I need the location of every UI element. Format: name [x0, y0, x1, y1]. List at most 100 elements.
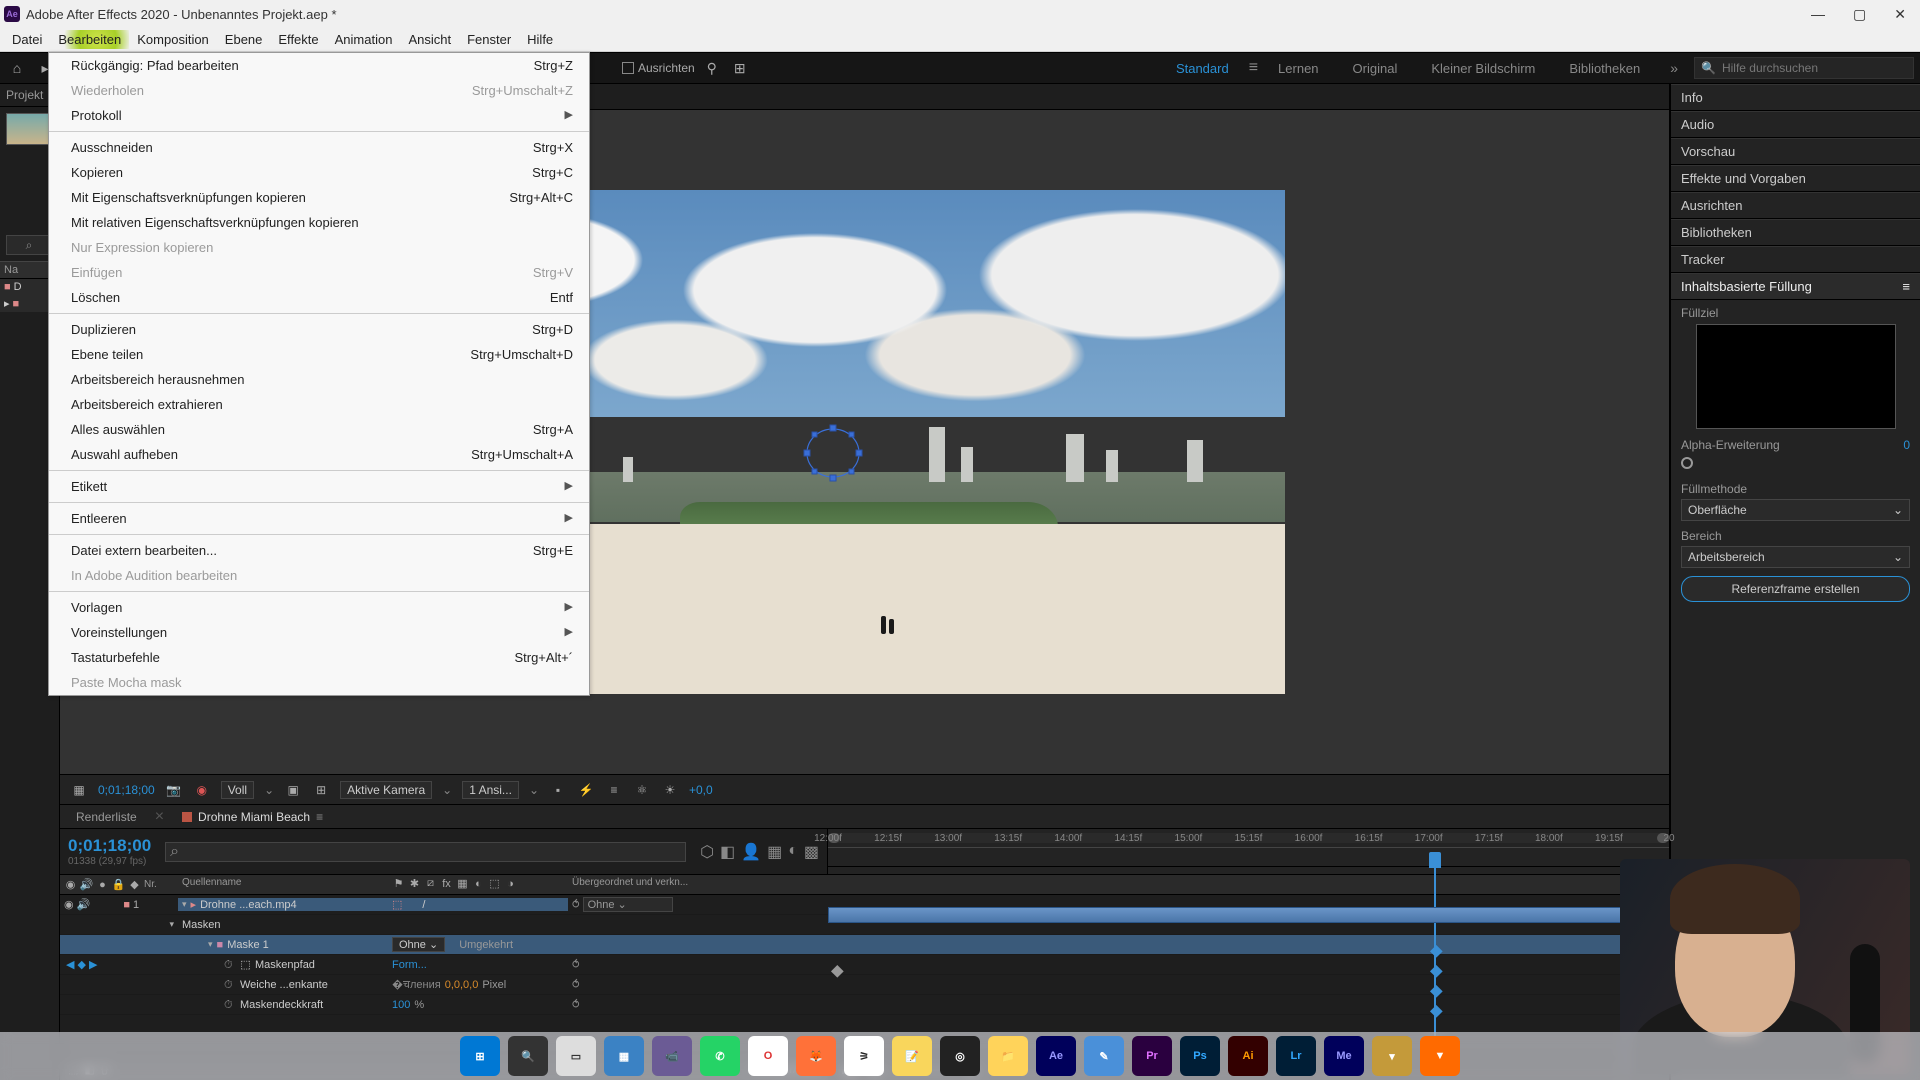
app-notes[interactable]: 📝 [892, 1036, 932, 1076]
app-me[interactable]: Me [1324, 1036, 1364, 1076]
mask-row[interactable]: ▾■Maske 1 Ohne ⌄ Umgekehrt [60, 935, 1669, 955]
menu-item[interactable]: Vorlagen▶ [49, 595, 589, 620]
menu-item[interactable]: Rückgängig: Pfad bearbeitenStrg+Z [49, 53, 589, 78]
timeline-timecode[interactable]: 0;01;18;00 01338 (29,97 fps) [68, 836, 151, 867]
create-ref-frame-button[interactable]: Referenzframe erstellen [1681, 576, 1910, 602]
workspace-lernen[interactable]: Lernen [1264, 61, 1332, 76]
app-obs[interactable]: ◎ [940, 1036, 980, 1076]
parent-select[interactable]: Ohne ⌄ [583, 897, 673, 912]
motion-blur-icon[interactable]: ◐ [788, 842, 798, 862]
menu-item[interactable]: Mit Eigenschaftsverknüpfungen kopierenSt… [49, 185, 589, 210]
app-lr[interactable]: Lr [1276, 1036, 1316, 1076]
exposure-reset-icon[interactable]: ☀ [661, 781, 679, 799]
prop-maskpath[interactable]: ◀◆▶ ⏱⬚Maskenpfad Form... ⥀ [60, 955, 1669, 975]
menu-fenster[interactable]: Fenster [459, 30, 519, 49]
app-misc1[interactable]: ▾ [1372, 1036, 1412, 1076]
menu-ansicht[interactable]: Ansicht [400, 30, 459, 49]
panel-content-aware-fill[interactable]: Inhaltsbasierte Füllung≡ [1671, 273, 1920, 300]
menu-bearbeiten[interactable]: Bearbeiten [50, 30, 129, 49]
workspace-standard[interactable]: Standard [1162, 61, 1243, 76]
menu-datei[interactable]: Datei [4, 30, 50, 49]
search-button[interactable]: 🔍 [508, 1036, 548, 1076]
layer-row[interactable]: ◉🔊■1 ▾▸Drohne ...each.mp4 ⬚/ ⥀ Ohne ⌄ [60, 895, 1669, 915]
app-ai[interactable]: Ai [1228, 1036, 1268, 1076]
shy-icon[interactable]: 👤 [741, 842, 761, 862]
magnification-icon[interactable]: ▦ [70, 781, 88, 799]
app-explorer[interactable]: 📁 [988, 1036, 1028, 1076]
workspace-bibliotheken[interactable]: Bibliotheken [1555, 61, 1654, 76]
resolution-select[interactable]: Voll [221, 781, 254, 799]
app-ps[interactable]: Ps [1180, 1036, 1220, 1076]
app-widgets[interactable]: ▦ [604, 1036, 644, 1076]
app-whatsapp[interactable]: ✆ [700, 1036, 740, 1076]
graph-editor-icon[interactable]: ▩ [804, 842, 819, 862]
maximize-button[interactable]: ▢ [1853, 6, 1866, 23]
view-layout[interactable]: 1 Ansi... [462, 781, 519, 799]
lock-column-icon[interactable]: 🔒 [112, 878, 125, 891]
fill-method-select[interactable]: Oberfläche⌄ [1681, 499, 1910, 521]
draft3d-icon[interactable]: ◧ [720, 842, 735, 862]
workspace-overflow[interactable]: » [1660, 60, 1688, 76]
snap-grid-icon[interactable]: ⊞ [729, 57, 751, 79]
panel-info[interactable]: Info [1671, 84, 1920, 111]
menu-effekte[interactable]: Effekte [270, 30, 326, 49]
mask-mode[interactable]: Ohne ⌄ [392, 937, 445, 952]
menu-komposition[interactable]: Komposition [129, 30, 217, 49]
alpha-slider[interactable] [1681, 457, 1693, 469]
timeline-ruler[interactable]: 12:00f12:15f13:00f13:15f14:00f14:15f15:0… [828, 847, 1669, 867]
comp-flow-icon[interactable]: ⚛ [633, 781, 651, 799]
workspace-original[interactable]: Original [1339, 61, 1412, 76]
app-opera[interactable]: O [748, 1036, 788, 1076]
menu-item[interactable]: KopierenStrg+C [49, 160, 589, 185]
menu-animation[interactable]: Animation [327, 30, 401, 49]
fill-range-select[interactable]: Arbeitsbereich⌄ [1681, 546, 1910, 568]
pixel-aspect-icon[interactable]: ▪ [549, 781, 567, 799]
prop-opacity[interactable]: ⏱Maskendeckkraft 100% ⥀ [60, 995, 1669, 1015]
timeline-search[interactable]: ⌕ [165, 842, 686, 862]
mask-path-handles[interactable] [802, 422, 864, 482]
viewer-timecode[interactable]: 0;01;18;00 [98, 783, 155, 797]
menu-item[interactable]: Protokoll▶ [49, 103, 589, 128]
menu-item[interactable]: Ebene teilenStrg+Umschalt+D [49, 342, 589, 367]
prop-feather[interactable]: ⏱Weiche ...enkante �चления 0,0,0,0 Pixel… [60, 975, 1669, 995]
eye-column-icon[interactable]: ◉ [64, 878, 77, 891]
alpha-exp-value[interactable]: 0 [1903, 438, 1910, 452]
taskview-button[interactable]: ▭ [556, 1036, 596, 1076]
panel-tracker[interactable]: Tracker [1671, 246, 1920, 273]
start-button[interactable]: ⊞ [460, 1036, 500, 1076]
layer-bar[interactable] [828, 907, 1661, 923]
grid-icon[interactable]: ⊞ [312, 781, 330, 799]
timeline-icon[interactable]: ≡ [605, 781, 623, 799]
tab-comp[interactable]: Drohne Miami Beach ≡ [176, 808, 329, 826]
app-pr[interactable]: Pr [1132, 1036, 1172, 1076]
app-misc2[interactable]: ▼ [1420, 1036, 1460, 1076]
menu-item[interactable]: Arbeitsbereich extrahieren [49, 392, 589, 417]
panel-libraries[interactable]: Bibliotheken [1671, 219, 1920, 246]
menu-item[interactable]: Datei extern bearbeiten...Strg+E [49, 538, 589, 563]
home-icon[interactable]: ⌂ [6, 57, 28, 79]
snapshot-icon[interactable]: 📷 [165, 781, 183, 799]
app-editor[interactable]: ✎ [1084, 1036, 1124, 1076]
app-firefox[interactable]: 🦊 [796, 1036, 836, 1076]
menu-item[interactable]: Voreinstellungen▶ [49, 620, 589, 645]
menu-item[interactable]: Auswahl aufhebenStrg+Umschalt+A [49, 442, 589, 467]
menu-item[interactable]: Entleeren▶ [49, 506, 589, 531]
frame-blend-icon[interactable]: ▦ [767, 842, 782, 862]
app-ae[interactable]: Ae [1036, 1036, 1076, 1076]
menu-item[interactable]: Mit relativen Eigenschaftsverknüpfungen … [49, 210, 589, 235]
menu-item[interactable]: LöschenEntf [49, 285, 589, 310]
menu-item[interactable]: Etikett▶ [49, 474, 589, 499]
workspace-kleiner[interactable]: Kleiner Bildschirm [1417, 61, 1549, 76]
fast-preview-icon[interactable]: ⚡ [577, 781, 595, 799]
close-button[interactable]: ✕ [1894, 6, 1906, 23]
menu-hilfe[interactable]: Hilfe [519, 30, 561, 49]
panel-effects[interactable]: Effekte und Vorgaben [1671, 165, 1920, 192]
menu-ebene[interactable]: Ebene [217, 30, 271, 49]
solo-column-icon[interactable]: ● [96, 878, 109, 891]
project-search[interactable]: ⌕ [6, 235, 52, 255]
menu-item[interactable]: DuplizierenStrg+D [49, 317, 589, 342]
app-generic[interactable]: ⚞ [844, 1036, 884, 1076]
app-teams[interactable]: 📹 [652, 1036, 692, 1076]
menu-item[interactable]: AusschneidenStrg+X [49, 135, 589, 160]
tab-renderlist[interactable]: Renderliste [70, 808, 143, 826]
